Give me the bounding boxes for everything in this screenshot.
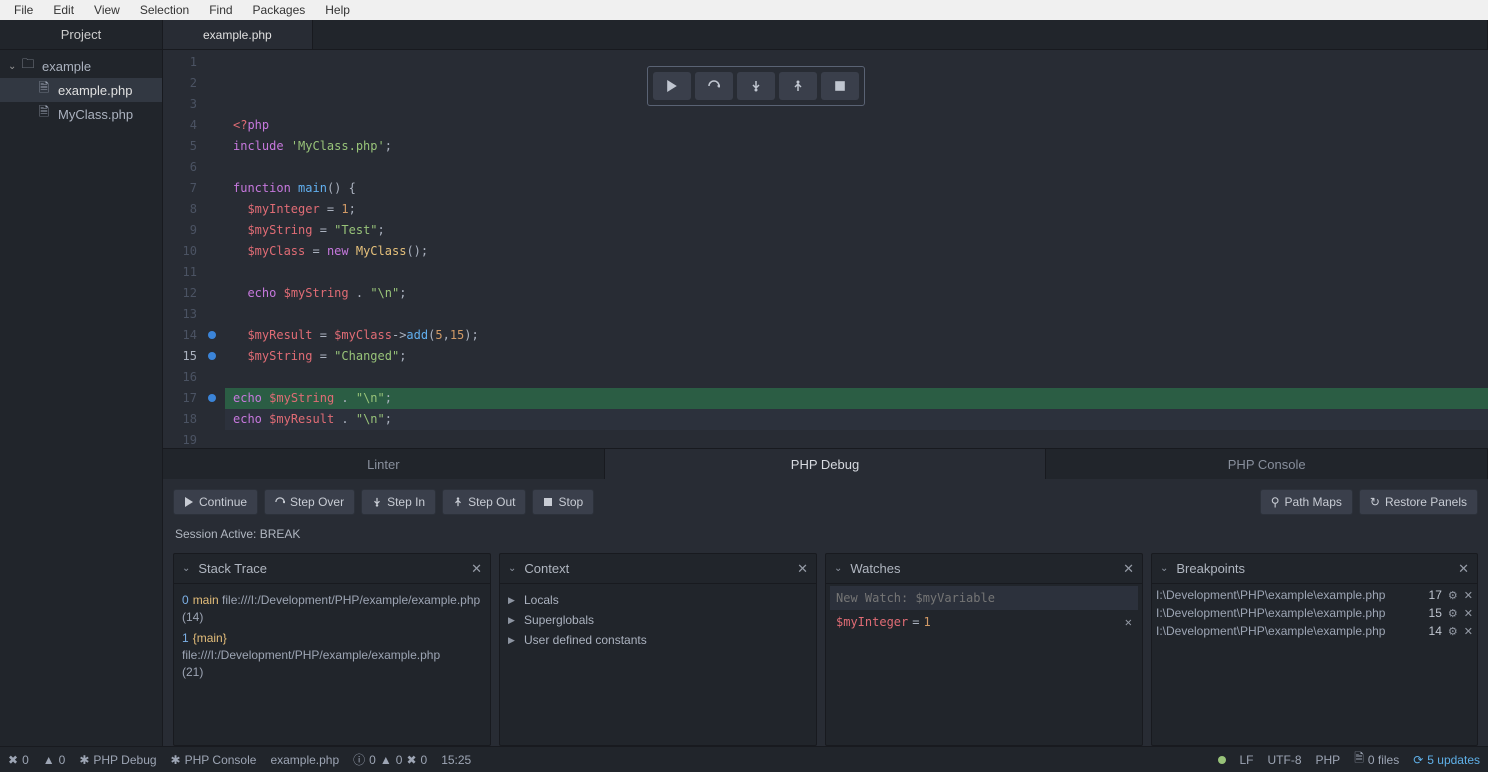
- menu-selection[interactable]: Selection: [130, 1, 199, 19]
- editor-content[interactable]: <?phpinclude 'MyClass.php';function main…: [219, 50, 1488, 448]
- status-indicator-icon: [1218, 756, 1226, 764]
- context-panel: ⌄Context✕ ▶Locals▶Superglobals▶User defi…: [499, 553, 817, 746]
- close-icon[interactable]: ✕: [1123, 561, 1134, 577]
- close-icon[interactable]: ✕: [1125, 615, 1132, 629]
- php-debug-status[interactable]: ✱ PHP Debug: [79, 753, 156, 767]
- context-group[interactable]: ▶Superglobals: [508, 610, 808, 630]
- context-group[interactable]: ▶Locals: [508, 590, 808, 610]
- tab-example-php[interactable]: example.php: [163, 20, 313, 49]
- step-over-button[interactable]: [695, 72, 733, 100]
- continue-button[interactable]: [653, 72, 691, 100]
- gear-icon[interactable]: ⚙: [1448, 607, 1458, 620]
- watches-panel: ⌄Watches✕ $myInteger=1✕: [825, 553, 1143, 746]
- status-files[interactable]: 🗎 0 files: [1354, 749, 1399, 770]
- close-icon[interactable]: ✕: [1464, 589, 1473, 602]
- file-tree: ⌄🗀example🗎example.php🗎MyClass.php: [0, 50, 162, 130]
- menu-find[interactable]: Find: [199, 1, 242, 19]
- breakpoint-marker[interactable]: [208, 352, 216, 360]
- session-status: Session Active: BREAK: [173, 523, 1478, 545]
- breakpoint-marker[interactable]: [208, 331, 216, 339]
- continue-button-2[interactable]: Continue: [173, 489, 258, 515]
- status-warnings[interactable]: ▲ 0: [43, 753, 66, 767]
- close-icon[interactable]: ✕: [471, 561, 482, 577]
- menubar: FileEditViewSelectionFindPackagesHelp: [0, 0, 1488, 20]
- stop-button-2[interactable]: Stop: [532, 489, 594, 515]
- stop-button[interactable]: [821, 72, 859, 100]
- file-icon: 🗎: [36, 82, 52, 98]
- chevron-down-icon[interactable]: ⌄: [182, 563, 190, 574]
- menu-edit[interactable]: Edit: [43, 1, 84, 19]
- bottom-tabs: LinterPHP DebugPHP Console: [163, 449, 1488, 479]
- step-in-button[interactable]: [737, 72, 775, 100]
- path-maps-button[interactable]: ⚲ Path Maps: [1260, 489, 1353, 515]
- editor-tabs: example.php: [163, 20, 1488, 50]
- menu-view[interactable]: View: [84, 1, 130, 19]
- breakpoint-item[interactable]: I:\Development\PHP\example\example.php15…: [1156, 604, 1473, 622]
- status-bar: ✖ 0 ▲ 0 ✱ PHP Debug ✱ PHP Console exampl…: [0, 746, 1488, 772]
- breakpoint-item[interactable]: I:\Development\PHP\example\example.php17…: [1156, 586, 1473, 604]
- file-icon: 🗎: [36, 106, 52, 122]
- line-gutter: 12345678910111213141516171819: [163, 50, 205, 448]
- status-lang[interactable]: PHP: [1316, 753, 1341, 767]
- status-diag2[interactable]: ⓘ 0 ▲ 0 ✖ 0: [353, 751, 427, 768]
- close-icon[interactable]: ✕: [1458, 561, 1469, 577]
- status-file[interactable]: example.php: [270, 753, 339, 767]
- menu-packages[interactable]: Packages: [243, 1, 316, 19]
- php-console-status[interactable]: ✱ PHP Console: [171, 753, 257, 767]
- breakpoint-item[interactable]: I:\Development\PHP\example\example.php14…: [1156, 622, 1473, 640]
- tree-folder[interactable]: ⌄🗀example: [0, 54, 162, 78]
- close-icon[interactable]: ✕: [797, 561, 808, 577]
- tree-file[interactable]: 🗎MyClass.php: [0, 102, 162, 126]
- folder-icon: 🗀: [20, 58, 36, 74]
- breakpoint-marker[interactable]: [208, 394, 216, 402]
- watch-item[interactable]: $myInteger=1✕: [830, 610, 1138, 634]
- tree-file[interactable]: 🗎example.php: [0, 78, 162, 102]
- stack-frame[interactable]: 1{main} file:///I:/Development/PHP/examp…: [182, 628, 482, 683]
- breakpoint-gutter[interactable]: [205, 50, 219, 448]
- chevron-down-icon[interactable]: ⌄: [508, 563, 516, 574]
- tab-empty: [313, 20, 1488, 49]
- stack-trace-panel: ⌄Stack Trace✕ 0main file:///I:/Developme…: [173, 553, 491, 746]
- status-eol[interactable]: LF: [1240, 753, 1254, 767]
- context-group[interactable]: ▶User defined constants: [508, 630, 808, 650]
- status-encoding[interactable]: UTF-8: [1268, 753, 1302, 767]
- step-in-button-2[interactable]: Step In: [361, 489, 436, 515]
- new-watch-input[interactable]: [830, 586, 1138, 610]
- project-sidebar: Project ⌄🗀example🗎example.php🗎MyClass.ph…: [0, 20, 163, 746]
- step-over-button-2[interactable]: Step Over: [264, 489, 355, 515]
- debug-toolbar-float: [647, 66, 865, 106]
- step-out-button[interactable]: [779, 72, 817, 100]
- gear-icon[interactable]: ⚙: [1448, 589, 1458, 602]
- step-out-button-2[interactable]: Step Out: [442, 489, 526, 515]
- bottom-tab-php-console[interactable]: PHP Console: [1046, 449, 1488, 479]
- close-icon[interactable]: ✕: [1464, 607, 1473, 620]
- chevron-down-icon[interactable]: ⌄: [834, 563, 842, 574]
- menu-help[interactable]: Help: [315, 1, 360, 19]
- status-cursor-pos[interactable]: 15:25: [441, 753, 471, 767]
- menu-file[interactable]: File: [4, 1, 43, 19]
- status-errors[interactable]: ✖ 0: [8, 753, 29, 767]
- bottom-tab-php-debug[interactable]: PHP Debug: [605, 449, 1047, 479]
- stack-frame[interactable]: 0main file:///I:/Development/PHP/example…: [182, 590, 482, 628]
- restore-panels-button[interactable]: ↻ Restore Panels: [1359, 489, 1478, 515]
- chevron-down-icon[interactable]: ⌄: [1160, 563, 1168, 574]
- status-updates[interactable]: ⟳ 5 updates: [1413, 753, 1480, 767]
- breakpoints-panel: ⌄Breakpoints✕ I:\Development\PHP\example…: [1151, 553, 1478, 746]
- sidebar-title: Project: [0, 20, 162, 50]
- gear-icon[interactable]: ⚙: [1448, 625, 1458, 638]
- bottom-tab-linter[interactable]: Linter: [163, 449, 605, 479]
- close-icon[interactable]: ✕: [1464, 625, 1473, 638]
